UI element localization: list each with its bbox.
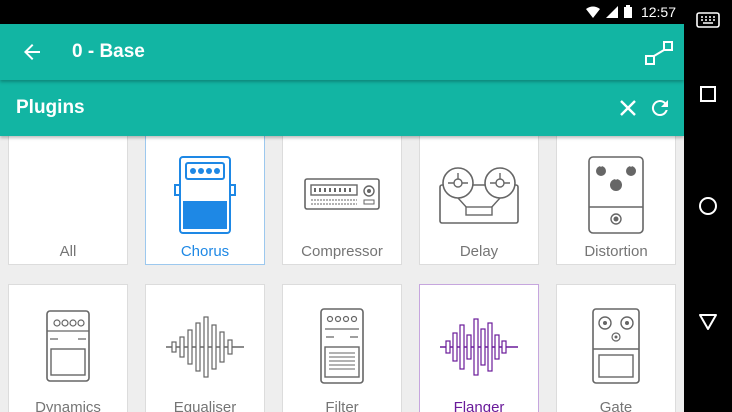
back-icon[interactable] [696, 310, 720, 334]
plugin-label: Dynamics [35, 399, 101, 412]
tape-delay-icon [439, 167, 519, 224]
app-title: 0 - Base [72, 41, 145, 62]
status-bar: 12:57 [0, 0, 684, 24]
plugin-card-compressor[interactable]: Compressor [282, 128, 402, 265]
chorus-pedal-icon [174, 156, 236, 234]
plugin-label: Filter [325, 399, 359, 412]
plugin-card-dynamics[interactable]: Dynamics [8, 284, 128, 412]
close-icon[interactable] [618, 98, 638, 118]
keyboard-icon[interactable] [696, 12, 720, 28]
flanger-wave-icon [440, 318, 518, 376]
plugin-label: Gate [599, 399, 633, 412]
gate-pedal-icon [592, 308, 640, 384]
status-icons [586, 5, 632, 18]
signal-icon [606, 5, 618, 18]
compressor-rack-icon [304, 178, 380, 210]
recents-icon[interactable] [696, 82, 720, 106]
plugin-card-equaliser[interactable]: Equaliser [145, 284, 265, 412]
status-time: 12:57 [640, 4, 676, 20]
plugin-label: Chorus [180, 243, 230, 260]
plugin-card-all[interactable]: All [8, 128, 128, 265]
plugin-label: Equaliser [173, 399, 237, 412]
all-art [9, 129, 127, 237]
plugin-card-distortion[interactable]: Distortion [556, 128, 676, 265]
app-bar: 0 - Base [0, 24, 684, 80]
arrow-back-icon[interactable] [20, 40, 44, 64]
plugins-bar: Plugins [0, 80, 684, 136]
plugin-card-delay[interactable]: Delay [419, 128, 539, 265]
plugin-card-flanger[interactable]: Flanger [419, 284, 539, 412]
screen: 12:57 0 - Base Plugins All Chorus Compre… [0, 0, 684, 412]
battery-icon [624, 5, 632, 18]
dynamics-pedal-icon [46, 310, 90, 382]
plugin-label: All [59, 243, 77, 260]
home-icon[interactable] [696, 194, 720, 218]
plugin-label: Distortion [584, 243, 648, 260]
plugin-card-chorus[interactable]: Chorus [145, 128, 265, 265]
navigation-bar [684, 0, 732, 412]
refresh-icon[interactable] [648, 96, 672, 120]
filter-pedal-icon [320, 308, 364, 384]
plugin-card-filter[interactable]: Filter [282, 284, 402, 412]
plugins-title: Plugins [16, 97, 85, 118]
equaliser-wave-icon [166, 316, 244, 378]
distortion-pedal-icon [588, 156, 644, 234]
plugin-card-gate[interactable]: Gate [556, 284, 676, 412]
routing-icon[interactable] [644, 38, 674, 68]
plugin-label: Flanger [453, 399, 505, 412]
plugin-label: Delay [459, 243, 499, 260]
plugin-label: Compressor [301, 243, 383, 260]
wifi-icon [586, 6, 600, 18]
